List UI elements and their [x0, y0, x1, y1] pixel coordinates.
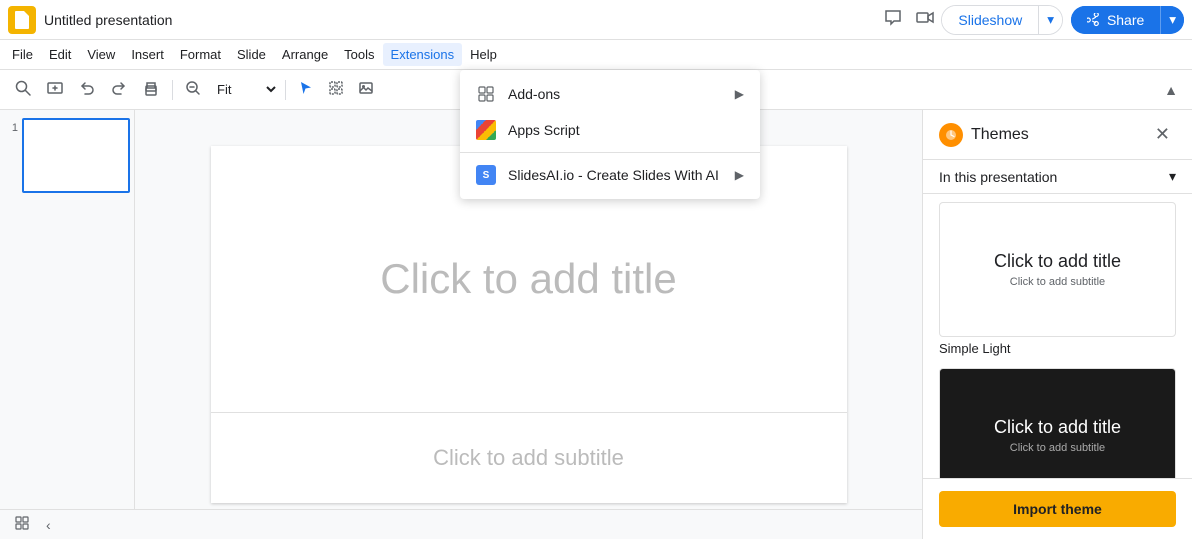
slidesai-label: SlidesAI.io - Create Slides With AI: [508, 167, 723, 183]
appsscript-label: Apps Script: [508, 122, 744, 138]
slidesai-arrow: ▶: [735, 168, 744, 182]
addons-label: Add-ons: [508, 86, 723, 102]
theme-simple-dark[interactable]: Click to add title Click to add subtitle…: [939, 368, 1176, 478]
slide-1-wrapper: 1: [4, 118, 130, 193]
theme-simple-dark-subtitle: Click to add subtitle: [1010, 442, 1105, 454]
addons-icon: [476, 84, 496, 104]
menu-tools[interactable]: Tools: [336, 43, 382, 66]
themes-panel-title: Themes: [971, 126, 1149, 144]
menu-file[interactable]: File: [4, 43, 41, 66]
theme-simple-light-preview: Click to add title Click to add subtitle: [939, 202, 1176, 337]
bottom-bar: ‹: [0, 509, 922, 539]
menu-view[interactable]: View: [79, 43, 123, 66]
theme-simple-light-title: Click to add title: [994, 251, 1121, 272]
themes-panel: Themes ✕ In this presentation ▾ Click to…: [922, 110, 1192, 539]
themes-footer: Import theme: [923, 478, 1192, 539]
extensions-appsscript-item[interactable]: Apps Script: [460, 112, 760, 148]
themes-icon: [939, 123, 963, 147]
slideshow-button[interactable]: Slideshow: [942, 6, 1038, 34]
import-theme-button[interactable]: Import theme: [939, 491, 1176, 527]
themes-header: Themes ✕: [923, 110, 1192, 160]
zoom-select[interactable]: Fit 50% 75% 100% 150% 200%: [209, 79, 279, 100]
collapse-toolbar-button[interactable]: ▲: [1158, 78, 1184, 102]
cursor-button[interactable]: [292, 76, 320, 103]
menu-bar: File Edit View Insert Format Slide Arran…: [0, 40, 1192, 70]
search-button[interactable]: [8, 75, 38, 104]
share-button-group: Share ▾: [1071, 6, 1184, 34]
slidesai-icon: S: [476, 165, 496, 185]
themes-filter[interactable]: In this presentation ▾: [923, 160, 1192, 194]
slide-subtitle-area[interactable]: Click to add subtitle: [211, 413, 847, 503]
meet-button[interactable]: [909, 3, 941, 36]
slide-1-number: 1: [4, 118, 18, 134]
extensions-dropdown: Add-ons ▶ Apps Script S SlidesAI.io - Cr…: [460, 70, 760, 199]
appsscript-icon: [476, 120, 496, 140]
themes-close-button[interactable]: ✕: [1149, 122, 1176, 147]
menu-slide[interactable]: Slide: [229, 43, 274, 66]
theme-simple-light-name: Simple Light: [939, 337, 1176, 360]
theme-simple-dark-preview: Click to add title Click to add subtitle: [939, 368, 1176, 478]
zoom-out-button[interactable]: [179, 76, 207, 103]
themes-filter-label: In this presentation: [939, 169, 1057, 185]
slide-subtitle-placeholder: Click to add subtitle: [433, 445, 624, 471]
menu-arrange[interactable]: Arrange: [274, 43, 336, 66]
share-button[interactable]: Share: [1071, 6, 1160, 34]
theme-simple-dark-title: Click to add title: [994, 417, 1121, 438]
app-logo: [8, 6, 36, 34]
slide-canvas: Click to add title Click to add subtitle: [211, 146, 847, 503]
add-slide-button[interactable]: [40, 75, 70, 104]
redo-button[interactable]: [104, 75, 134, 104]
extensions-menu-divider: [460, 152, 760, 153]
themes-content: Click to add title Click to add subtitle…: [923, 194, 1192, 478]
grid-view-button[interactable]: [8, 513, 36, 536]
selection-button[interactable]: [322, 76, 350, 103]
themes-filter-chevron: ▾: [1169, 168, 1176, 185]
presentation-title[interactable]: Untitled presentation: [44, 12, 172, 28]
image-button[interactable]: [352, 76, 380, 103]
menu-edit[interactable]: Edit: [41, 43, 79, 66]
menu-insert[interactable]: Insert: [123, 43, 172, 66]
menu-format[interactable]: Format: [172, 43, 229, 66]
slideshow-arrow-button[interactable]: ▾: [1038, 6, 1062, 34]
extensions-slidesai-item[interactable]: S SlidesAI.io - Create Slides With AI ▶: [460, 157, 760, 193]
print-button[interactable]: [136, 75, 166, 104]
theme-simple-light-subtitle: Click to add subtitle: [1010, 276, 1105, 288]
menu-help[interactable]: Help: [462, 43, 505, 66]
undo-button[interactable]: [72, 75, 102, 104]
addons-arrow: ▶: [735, 87, 744, 101]
slideshow-button-group: Slideshow ▾: [941, 5, 1063, 35]
top-bar: Untitled presentation Slideshow ▾ Share …: [0, 0, 1192, 40]
slide-1-thumbnail[interactable]: [22, 118, 130, 193]
extensions-addons-item[interactable]: Add-ons ▶: [460, 76, 760, 112]
collapse-panel-button[interactable]: ‹: [40, 515, 57, 535]
slides-panel: 1: [0, 110, 135, 539]
comments-button[interactable]: [877, 3, 909, 36]
menu-extensions[interactable]: Extensions: [383, 43, 463, 66]
share-arrow-button[interactable]: ▾: [1160, 6, 1184, 34]
slide-title-placeholder: Click to add title: [380, 255, 676, 303]
theme-simple-light[interactable]: Click to add title Click to add subtitle…: [939, 202, 1176, 360]
